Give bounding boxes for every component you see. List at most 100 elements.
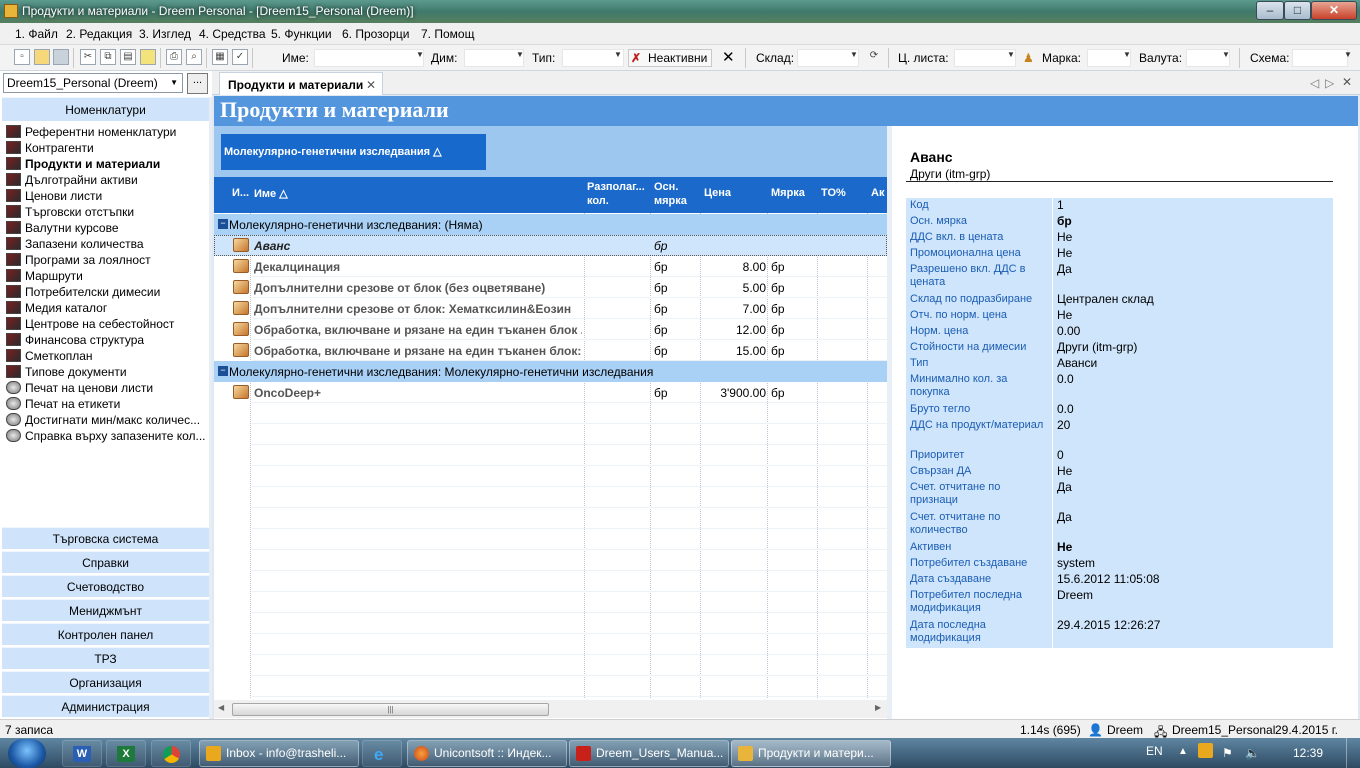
nav-item[interactable]: Маршрути	[6, 268, 83, 284]
open-folder-icon[interactable]	[34, 49, 50, 65]
nav-item[interactable]: Контрагенти	[6, 140, 94, 156]
scheme-select[interactable]	[1292, 49, 1348, 67]
name-input[interactable]	[314, 49, 424, 67]
nav-item[interactable]: Справка върху запазените кол...	[6, 428, 206, 444]
menu-help[interactable]: 7. Помощ	[421, 27, 474, 41]
col-name[interactable]: Име △	[254, 187, 288, 200]
print-preview-icon[interactable]: ⌕	[186, 49, 202, 65]
chevron-down-icon[interactable]: ▼	[1123, 50, 1131, 59]
taskbar-pdf[interactable]: Dreem_Users_Manua...	[569, 740, 729, 767]
nav-item[interactable]: Валутни курсове	[6, 220, 119, 236]
tab-prev-icon[interactable]: ◁	[1310, 76, 1319, 90]
excel-icon[interactable]: X	[106, 740, 146, 767]
col-to-percent[interactable]: ТО%	[821, 187, 846, 199]
section-header[interactable]: Търговска система	[2, 527, 209, 549]
grid-view-icon[interactable]: ▦	[212, 49, 228, 65]
col-base-unit[interactable]: Осн. мярка	[654, 180, 687, 208]
tab-products[interactable]: Продукти и материали ✕	[219, 72, 383, 95]
taskbar-dreem[interactable]: Продукти и матери...	[731, 740, 891, 767]
menu-tools[interactable]: 4. Средства	[199, 27, 266, 41]
chevron-down-icon[interactable]: ▼	[850, 50, 858, 59]
col-measure[interactable]: Мярка	[771, 187, 805, 199]
chevron-down-icon[interactable]: ▼	[516, 50, 524, 59]
section-header[interactable]: ТРЗ	[2, 647, 209, 669]
table-row[interactable]: Допълнителни срезове от блок: Хематксили…	[214, 298, 887, 319]
scroll-thumb[interactable]: |||	[232, 703, 549, 716]
nav-item[interactable]: Търговски отстъпки	[6, 204, 134, 220]
nav-item[interactable]: Центрове на себестойност	[6, 316, 174, 332]
ie-icon[interactable]: e	[362, 740, 402, 767]
cut-icon[interactable]: ✂	[80, 49, 96, 65]
section-header[interactable]: Справки	[2, 551, 209, 573]
collapse-icon[interactable]: −	[218, 366, 228, 376]
table-row[interactable]: Обработка, включване и рязане на един тъ…	[214, 340, 887, 361]
new-icon[interactable]: ▫	[14, 49, 30, 65]
group-by-chip[interactable]: Молекулярно-генетични изследвания △	[221, 134, 486, 170]
filter-icon[interactable]: ✓	[232, 49, 248, 65]
volume-icon[interactable]: 🔈	[1245, 746, 1260, 760]
chevron-down-icon[interactable]: ▼	[416, 50, 424, 59]
close-window-button[interactable]: ✕	[1311, 1, 1357, 20]
database-browse-button[interactable]: ...	[187, 73, 208, 94]
nav-item[interactable]: Ценови листи	[6, 188, 102, 204]
nav-item[interactable]: Програми за лоялност	[6, 252, 151, 268]
menu-functions[interactable]: 5. Функции	[271, 27, 332, 41]
inactive-toggle[interactable]: ✗ Неактивни	[628, 49, 712, 67]
scroll-right-icon[interactable]: ▶	[875, 703, 881, 712]
nav-item[interactable]: Сметкоплан	[6, 348, 93, 364]
eraser-icon[interactable]	[140, 49, 156, 65]
nav-item[interactable]: Запазени количества	[6, 236, 144, 252]
start-button[interactable]	[8, 739, 46, 768]
table-row[interactable]: Обработка, включване и рязане на един тъ…	[214, 319, 887, 340]
nav-item[interactable]: Достигнати мин/макс количес...	[6, 412, 200, 428]
menu-edit[interactable]: 2. Редакция	[66, 27, 132, 41]
collapse-icon[interactable]: −	[218, 219, 228, 229]
nav-item[interactable]: Печат на етикети	[6, 396, 120, 412]
nav-item[interactable]: Печат на ценови листи	[6, 380, 153, 396]
chevron-down-icon[interactable]: ▼	[1344, 50, 1352, 59]
section-header[interactable]: Мениджмънт	[2, 599, 209, 621]
table-row[interactable]: Декалцинация бр 8.00 бр	[214, 256, 887, 277]
language-indicator[interactable]: EN	[1146, 744, 1163, 758]
save-icon[interactable]	[53, 49, 69, 65]
tab-next-icon[interactable]: ▷	[1325, 76, 1334, 90]
copy-icon[interactable]: ⧉	[100, 49, 116, 65]
splitter[interactable]	[209, 97, 212, 719]
nav-item[interactable]: Дълготрайни активи	[6, 172, 138, 188]
group-row[interactable]: − Молекулярно-генетични изследвания: (Ням…	[214, 214, 887, 235]
taskbar-outlook[interactable]: Inbox - info@trasheli...	[199, 740, 359, 767]
print-icon[interactable]: ⎙	[166, 49, 182, 65]
chevron-down-icon[interactable]: ▼	[1007, 50, 1015, 59]
table-row[interactable]: OncoDeep+ бр 3'900.00 бр	[214, 382, 887, 403]
database-select[interactable]: Dreem15_Personal (Dreem) ▼	[3, 73, 183, 93]
group-row[interactable]: − Молекулярно-генетични изследвания: Моле…	[214, 361, 887, 382]
outlook-tray-icon[interactable]	[1198, 743, 1213, 758]
section-header[interactable]: Контролен панел	[2, 623, 209, 645]
dim-select[interactable]	[464, 49, 524, 67]
tray-expand-icon[interactable]: ▲	[1178, 746, 1188, 757]
nav-item[interactable]: Продукти и материали	[6, 156, 160, 172]
menu-file[interactable]: 1. Файл	[15, 27, 58, 41]
col-active[interactable]: Ак	[871, 187, 884, 199]
col-available-qty[interactable]: Разполаг... кол.	[587, 180, 645, 208]
clock[interactable]: 12:39	[1293, 746, 1323, 760]
flag-icon[interactable]: ⚑	[1222, 746, 1233, 760]
chevron-down-icon[interactable]: ▼	[614, 50, 622, 59]
nav-item[interactable]: Типове документи	[6, 364, 127, 380]
paste-icon[interactable]: ▤	[120, 49, 136, 65]
nav-item[interactable]: Референтни номенклатури	[6, 124, 176, 140]
tab-close-icon[interactable]: ✕	[366, 78, 376, 92]
menu-windows[interactable]: 6. Прозорци	[342, 27, 409, 41]
table-row[interactable]: Допълнителни срезове от блок (без оцветя…	[214, 277, 887, 298]
menu-view[interactable]: 3. Изглед	[139, 27, 191, 41]
minimize-button[interactable]: –	[1256, 1, 1284, 20]
section-nomenclatures[interactable]: Номенклатури	[2, 97, 209, 121]
section-header[interactable]: Организация	[2, 671, 209, 693]
maximize-button[interactable]: □	[1284, 1, 1311, 20]
refresh-icon[interactable]: ⟳	[866, 49, 882, 65]
section-header[interactable]: Счетоводство	[2, 575, 209, 597]
taskbar-firefox[interactable]: Unicontsoft :: Индек...	[407, 740, 567, 767]
chrome-icon[interactable]	[151, 740, 191, 767]
col-icon[interactable]: И...	[232, 187, 249, 199]
table-row[interactable]: Аванс бр	[214, 235, 887, 256]
